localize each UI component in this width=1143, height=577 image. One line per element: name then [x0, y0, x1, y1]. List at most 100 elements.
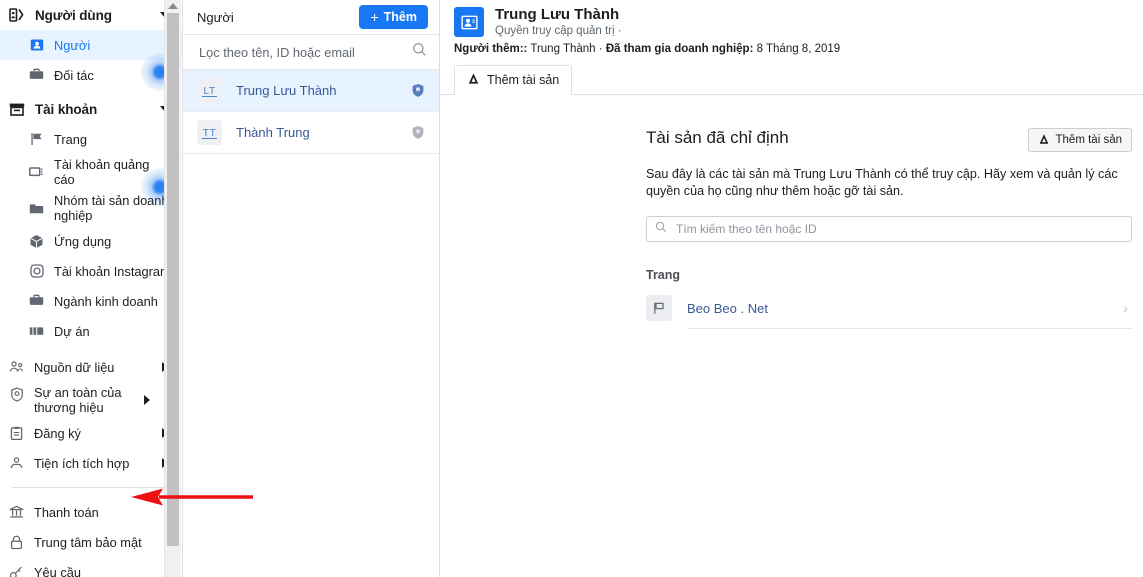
sidebar-item-nhom-tai-san-label: Nhóm tài sản doanh nghiệp	[54, 193, 169, 223]
person-name: Thành Trung	[236, 125, 310, 140]
request-key-icon	[8, 564, 25, 577]
sidebar-divider	[12, 487, 170, 488]
shield-gray-icon	[411, 125, 425, 140]
archive-box-icon	[8, 100, 26, 118]
detail-meta-line: Người thêm:: Trung Thành · Đã tham gia d…	[454, 42, 1143, 56]
person-card-icon	[28, 37, 45, 54]
scroll-up-arrow-icon[interactable]	[168, 3, 178, 9]
sidebar-item-ung-dung-label: Ứng dụng	[54, 233, 112, 249]
lock-icon	[8, 534, 25, 551]
sidebar-item-nganh-kinh-doanh-label: Ngành kinh doanh	[54, 293, 158, 309]
users-badge-icon	[8, 6, 26, 24]
ad-monitor-icon	[28, 164, 45, 181]
instagram-icon	[28, 263, 45, 280]
page-title: Tài sản đã chỉ định	[646, 128, 789, 147]
tab-them-tai-san[interactable]: Thêm tài sản	[454, 65, 573, 95]
sidebar-item-du-an[interactable]: Dự án	[0, 316, 182, 346]
sidebar-item-trung-tam-bao-mat-label: Trung tâm bảo mật	[34, 534, 142, 550]
shield-brand-icon	[8, 386, 25, 403]
person-card-icon	[454, 7, 484, 37]
sidebar-item-ung-dung[interactable]: Ứng dụng	[0, 226, 182, 256]
business-manager-app: Người dùng Người Đối tác Tài khoản Trang…	[0, 0, 1143, 577]
cube-app-icon	[28, 233, 45, 250]
sidebar-item-dang-ky[interactable]: Đăng ký	[0, 418, 182, 448]
add-asset-icon	[467, 72, 480, 88]
briefcase-icon	[28, 67, 45, 84]
added-by-label: Người thêm::	[454, 43, 528, 55]
asset-list-item[interactable]: Beo Beo . Net ›	[646, 288, 1132, 328]
shield-admin-icon	[411, 83, 425, 98]
tab-them-tai-san-label: Thêm tài sản	[487, 73, 560, 87]
sidebar-item-tai-khoan-quang-cao[interactable]: Tài khoản quảng cáo	[0, 154, 182, 190]
sidebar-item-doi-tac-label: Đối tác	[54, 67, 94, 83]
sidebar-group-users[interactable]: Người dùng	[0, 0, 182, 30]
sidebar-item-doi-tac[interactable]: Đối tác	[0, 60, 182, 90]
asset-name: Beo Beo . Net	[687, 300, 768, 316]
sidebar-item-trang[interactable]: Trang	[0, 124, 182, 154]
plus-icon: +	[370, 9, 379, 25]
briefcase-icon	[28, 293, 45, 310]
detail-panel: Trung Lưu Thành Quyền truy cập quản trị …	[440, 0, 1143, 577]
sidebar-group-users-label: Người dùng	[35, 7, 112, 23]
sidebar-item-trung-tam-bao-mat[interactable]: Trung tâm bảo mật	[0, 527, 182, 557]
clipboard-icon	[8, 425, 25, 442]
detail-tabbar: Thêm tài sản	[440, 64, 1143, 95]
joined-label: Đã tham gia doanh nghiệp:	[605, 43, 754, 55]
detail-person-name: Trung Lưu Thành	[495, 6, 620, 23]
person-list-item[interactable]: TT Thành Trung	[183, 112, 439, 154]
sidebar-group-accounts-label: Tài khoản	[35, 101, 98, 117]
people-panel: Người + Thêm LT Trung Lưu Thành TT Thành…	[183, 0, 440, 577]
bank-icon	[8, 504, 25, 521]
asset-section-label: Trang	[646, 268, 681, 282]
detail-header: Trung Lưu Thành Quyền truy cập quản trị …	[440, 0, 1143, 56]
chevron-right-icon[interactable]	[144, 395, 150, 405]
search-icon[interactable]	[412, 42, 427, 62]
folder-icon	[28, 200, 45, 217]
sidebar-item-tien-ich-tich-hop[interactable]: Tiện ích tích hợp	[0, 448, 182, 478]
person-name: Trung Lưu Thành	[236, 83, 337, 98]
sidebar-item-nguoi-label: Người	[54, 37, 91, 53]
add-asset-button[interactable]: Thêm tài sản	[1027, 128, 1132, 152]
integrations-icon	[8, 455, 25, 472]
sidebar-item-nguoi[interactable]: Người	[0, 30, 182, 60]
sidebar-item-nguon-du-lieu[interactable]: Nguồn dữ liệu	[0, 352, 182, 382]
chevron-right-icon[interactable]: ›	[1123, 300, 1128, 317]
add-person-button[interactable]: + Thêm	[359, 5, 428, 29]
sidebar-item-tai-khoan-instagram-label: Tài khoản Instagram	[54, 263, 171, 279]
people-panel-title: Người	[197, 9, 234, 25]
meta-separator: ·	[598, 43, 603, 55]
sidebar-scrollbar[interactable]	[164, 0, 181, 577]
data-sources-icon	[8, 359, 25, 376]
sidebar-item-yeu-cau-label: Yêu cầu	[34, 564, 81, 577]
joined-value: 8 Tháng 8, 2019	[756, 43, 841, 55]
scrollbar-thumb[interactable]	[167, 13, 179, 546]
added-by-value: Trung Thành	[530, 43, 596, 55]
sidebar-item-an-toan-thuong-hieu[interactable]: Sự an toàn của thương hiệu	[0, 382, 182, 418]
sidebar-item-nganh-kinh-doanh[interactable]: Ngành kinh doanh	[0, 286, 182, 316]
search-icon	[655, 220, 667, 238]
sidebar-item-tai-khoan-instagram[interactable]: Tài khoản Instagram	[0, 256, 182, 286]
flag-icon	[28, 131, 45, 148]
people-filter-input[interactable]	[197, 43, 412, 61]
sidebar-item-thanh-toan-label: Thanh toán	[34, 504, 99, 520]
asset-divider	[687, 328, 1132, 329]
add-asset-button-label: Thêm tài sản	[1055, 134, 1122, 146]
add-person-button-label: Thêm	[383, 10, 417, 24]
sidebar-item-du-an-label: Dự án	[54, 323, 90, 339]
sidebar-item-thanh-toan[interactable]: Thanh toán	[0, 497, 182, 527]
asset-search-field[interactable]	[646, 216, 1132, 242]
sidebar-group-accounts[interactable]: Tài khoản	[0, 94, 182, 124]
people-panel-header: Người + Thêm	[183, 0, 439, 34]
person-list-item[interactable]: LT Trung Lưu Thành	[183, 70, 439, 112]
sidebar-item-nhom-tai-san[interactable]: Nhóm tài sản doanh nghiệp	[0, 190, 182, 226]
sidebar-item-an-toan-thuong-hieu-label: Sự an toàn của thương hiệu	[34, 385, 122, 415]
add-asset-icon	[1038, 133, 1050, 148]
asset-search-input[interactable]	[674, 221, 1123, 237]
assigned-assets-section: Tài sản đã chỉ định Thêm tài sản Sau đây…	[440, 95, 1143, 577]
left-sidebar: Người dùng Người Đối tác Tài khoản Trang…	[0, 0, 183, 577]
assigned-assets-description: Sau đây là các tài sản mà Trung Lưu Thàn…	[646, 167, 1118, 198]
sidebar-item-yeu-cau[interactable]: Yêu cầu	[0, 557, 182, 577]
detail-person-role: Quyền truy cập quản trị ·	[495, 25, 622, 37]
sidebar-item-tai-khoan-quang-cao-label: Tài khoản quảng cáo	[54, 157, 150, 187]
avatar: LT	[197, 78, 222, 103]
